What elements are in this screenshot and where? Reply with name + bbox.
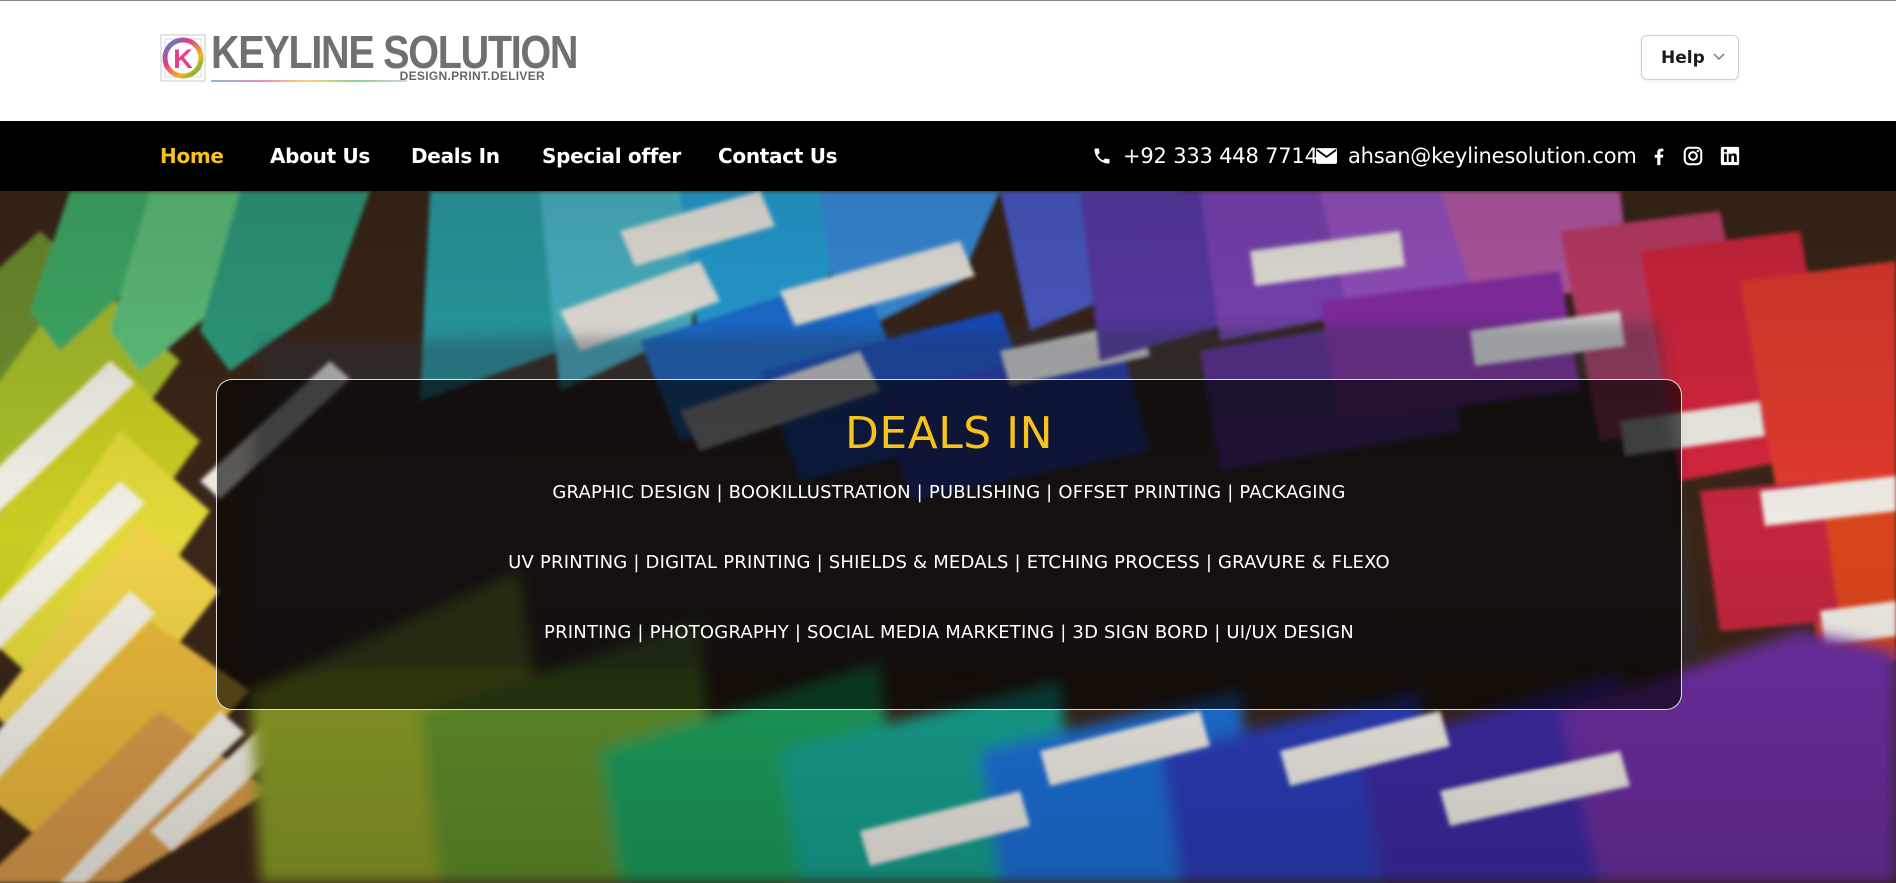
facebook-icon[interactable]	[1648, 145, 1670, 167]
nav-contact-us[interactable]: Contact Us	[718, 121, 838, 191]
help-dropdown-button[interactable]: Help	[1641, 35, 1739, 80]
nav-special-offer[interactable]: Special offer	[542, 121, 681, 191]
chevron-down-icon	[1713, 53, 1725, 61]
main-navbar: Home About Us Deals In Special offer Con…	[0, 121, 1896, 191]
contact-phone[interactable]: +92 333 448 7714	[1092, 121, 1318, 191]
nav-about-us[interactable]: About Us	[270, 121, 370, 191]
email-address: ahsan@keylinesolution.com	[1348, 144, 1637, 168]
logo-k-icon: K	[160, 34, 206, 82]
deals-line-2: UV PRINTING | DIGITAL PRINTING | SHIELDS…	[508, 552, 1390, 573]
nav-home[interactable]: Home	[160, 121, 224, 191]
logo-underline	[211, 80, 407, 82]
nav-deals-in[interactable]: Deals In	[411, 121, 500, 191]
deals-line-1: GRAPHIC DESIGN | BOOKILLUSTRATION | PUBL…	[552, 482, 1346, 503]
deals-in-panel: DEALS IN GRAPHIC DESIGN | BOOKILLUSTRATI…	[216, 379, 1682, 710]
hero-banner: DEALS IN GRAPHIC DESIGN | BOOKILLUSTRATI…	[0, 191, 1896, 883]
phone-number: +92 333 448 7714	[1123, 144, 1318, 168]
envelope-icon	[1316, 148, 1337, 164]
brand-tagline: DESIGN.PRINT.DELIVER	[399, 69, 545, 83]
top-header: K KEYLINE SOLUTION DESIGN.PRINT.DELIVER …	[0, 0, 1896, 121]
phone-icon	[1094, 148, 1110, 164]
brand-logo[interactable]: K KEYLINE SOLUTION DESIGN.PRINT.DELIVER	[159, 26, 578, 87]
contact-email[interactable]: ahsan@keylinesolution.com	[1316, 121, 1637, 191]
svg-text:K: K	[173, 44, 193, 74]
deals-title: DEALS IN	[844, 408, 1054, 459]
linkedin-icon[interactable]	[1719, 145, 1741, 167]
instagram-icon[interactable]	[1682, 145, 1704, 167]
deals-line-3: PRINTING | PHOTOGRAPHY | SOCIAL MEDIA MA…	[544, 622, 1354, 643]
help-label: Help	[1661, 47, 1705, 68]
